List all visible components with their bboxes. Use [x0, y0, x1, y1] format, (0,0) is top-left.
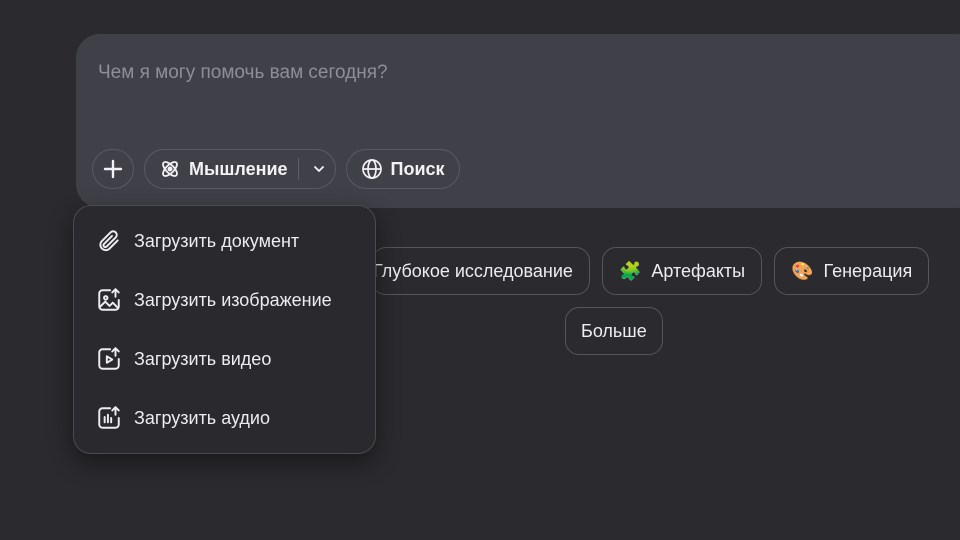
menu-item-label: Загрузить документ [134, 230, 300, 251]
divider [297, 158, 299, 180]
chip-label: Глубокое исследование [373, 260, 573, 281]
search-toggle[interactable]: Поиск [345, 149, 460, 189]
search-label: Поиск [390, 158, 445, 179]
menu-item-upload-image[interactable]: Загрузить изображение [96, 287, 332, 313]
paperclip-icon [96, 228, 122, 254]
thinking-label: Мышление [189, 158, 288, 179]
chevron-down-icon[interactable] [311, 161, 327, 177]
suggestion-chips: Глубокое исследование 🧩 Артефакты 🎨 Гене… [372, 247, 930, 295]
more-button[interactable]: Больше [565, 307, 663, 355]
suggestion-chip-generation[interactable]: 🎨 Генерация [774, 247, 930, 295]
menu-item-upload-document[interactable]: Загрузить документ [96, 228, 299, 254]
chat-composer[interactable]: Чем я могу помочь вам сегодня? Мышление [76, 34, 960, 208]
menu-item-upload-video[interactable]: Загрузить видео [96, 346, 271, 372]
more-label: Больше [581, 320, 647, 341]
video-upload-icon [96, 346, 122, 372]
audio-upload-icon [96, 405, 122, 431]
menu-item-label: Загрузить видео [134, 348, 272, 369]
thinking-toggle[interactable]: Мышление [144, 149, 336, 189]
atom-icon [159, 158, 181, 180]
suggestion-chip-deep-research[interactable]: Глубокое исследование [372, 247, 590, 295]
upload-menu: Загрузить документ Загрузить изображение… [73, 205, 376, 454]
chip-label: Генерация [823, 260, 913, 281]
menu-item-label: Загрузить аудио [134, 407, 270, 428]
image-upload-icon [96, 287, 122, 313]
suggestion-chip-artifacts[interactable]: 🧩 Артефакты [601, 247, 763, 295]
menu-item-upload-audio[interactable]: Загрузить аудио [96, 405, 270, 431]
add-button[interactable] [92, 149, 134, 189]
composer-toolbar: Мышление Поиск [92, 149, 460, 189]
prompt-input[interactable]: Чем я могу помочь вам сегодня? [98, 62, 388, 84]
plus-icon [102, 158, 124, 180]
puzzle-icon: 🧩 [618, 260, 642, 281]
globe-icon [361, 158, 383, 180]
palette-icon: 🎨 [791, 260, 814, 281]
menu-item-label: Загрузить изображение [134, 289, 332, 310]
chip-label: Артефакты [651, 260, 746, 281]
